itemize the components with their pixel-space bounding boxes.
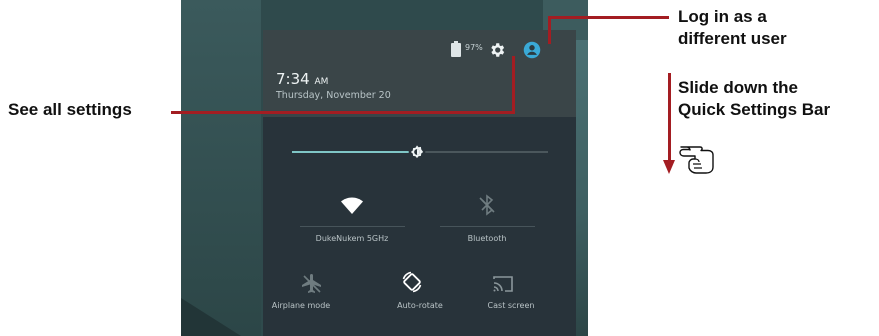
brightness-slider[interactable]	[292, 143, 548, 161]
battery-icon	[451, 41, 461, 57]
auto-rotate-icon	[402, 271, 422, 293]
tile-divider	[300, 226, 405, 227]
shade-header: 97% 7:34 AM Thursday, November 20	[263, 30, 576, 117]
settings-callout-line-h	[171, 111, 515, 114]
user-callout-line-h	[548, 16, 669, 19]
wallpaper-left	[181, 0, 261, 336]
tile-label: Airplane mode	[271, 301, 331, 310]
clock-time: 7:34 AM	[276, 70, 328, 88]
slide-callout: Slide down the Quick Settings Bar	[678, 77, 830, 121]
device-screen: 97% 7:34 AM Thursday, November 20 DukeNu…	[181, 0, 588, 336]
tile-bluetooth[interactable]: Bluetooth	[440, 191, 535, 257]
clock-date: Thursday, November 20	[276, 90, 391, 101]
brightness-icon[interactable]	[407, 142, 427, 162]
user-callout-line2: different user	[678, 29, 787, 48]
tile-label: DukeNukem 5GHz	[315, 234, 389, 243]
tile-label: Cast screen	[487, 301, 535, 310]
tile-label: Bluetooth	[467, 234, 507, 243]
slide-callout-line2: Quick Settings Bar	[678, 100, 831, 119]
airplane-mode-off-icon	[302, 274, 321, 293]
cast-screen-icon	[493, 276, 513, 292]
brightness-slider-fill	[292, 151, 418, 153]
clock-ampm: AM	[314, 77, 329, 87]
quick-settings-panel: DukeNukem 5GHz Bluetooth Airplane mode A…	[263, 117, 576, 336]
user-callout-line1: Log in as a	[678, 7, 767, 26]
wifi-icon	[341, 197, 363, 214]
tile-divider	[440, 226, 535, 227]
tile-wifi[interactable]: DukeNukem 5GHz	[300, 191, 405, 257]
tile-airplane-mode[interactable]: Airplane mode	[272, 272, 361, 332]
user-callout: Log in as a different user	[678, 6, 787, 50]
user-callout-line-v	[548, 16, 551, 44]
settings-callout-line-v	[512, 56, 515, 114]
slide-arrow-shaft	[668, 73, 671, 163]
notification-shade[interactable]: 97% 7:34 AM Thursday, November 20 DukeNu…	[263, 30, 576, 336]
user-account-icon[interactable]	[523, 41, 541, 59]
settings-callout: See all settings	[8, 100, 132, 119]
wallpaper-corner	[181, 298, 241, 336]
tile-auto-rotate[interactable]: Auto-rotate	[380, 271, 460, 332]
tile-cast-screen[interactable]: Cast screen	[471, 272, 551, 332]
gear-icon[interactable]	[488, 41, 506, 59]
bluetooth-off-icon	[479, 194, 495, 216]
clock-hours: 7:34	[276, 70, 310, 88]
pointing-hand-icon	[679, 146, 714, 174]
slide-arrow-head	[663, 160, 675, 174]
slide-callout-line1: Slide down the	[678, 78, 798, 97]
battery-percent: 97%	[465, 43, 483, 52]
